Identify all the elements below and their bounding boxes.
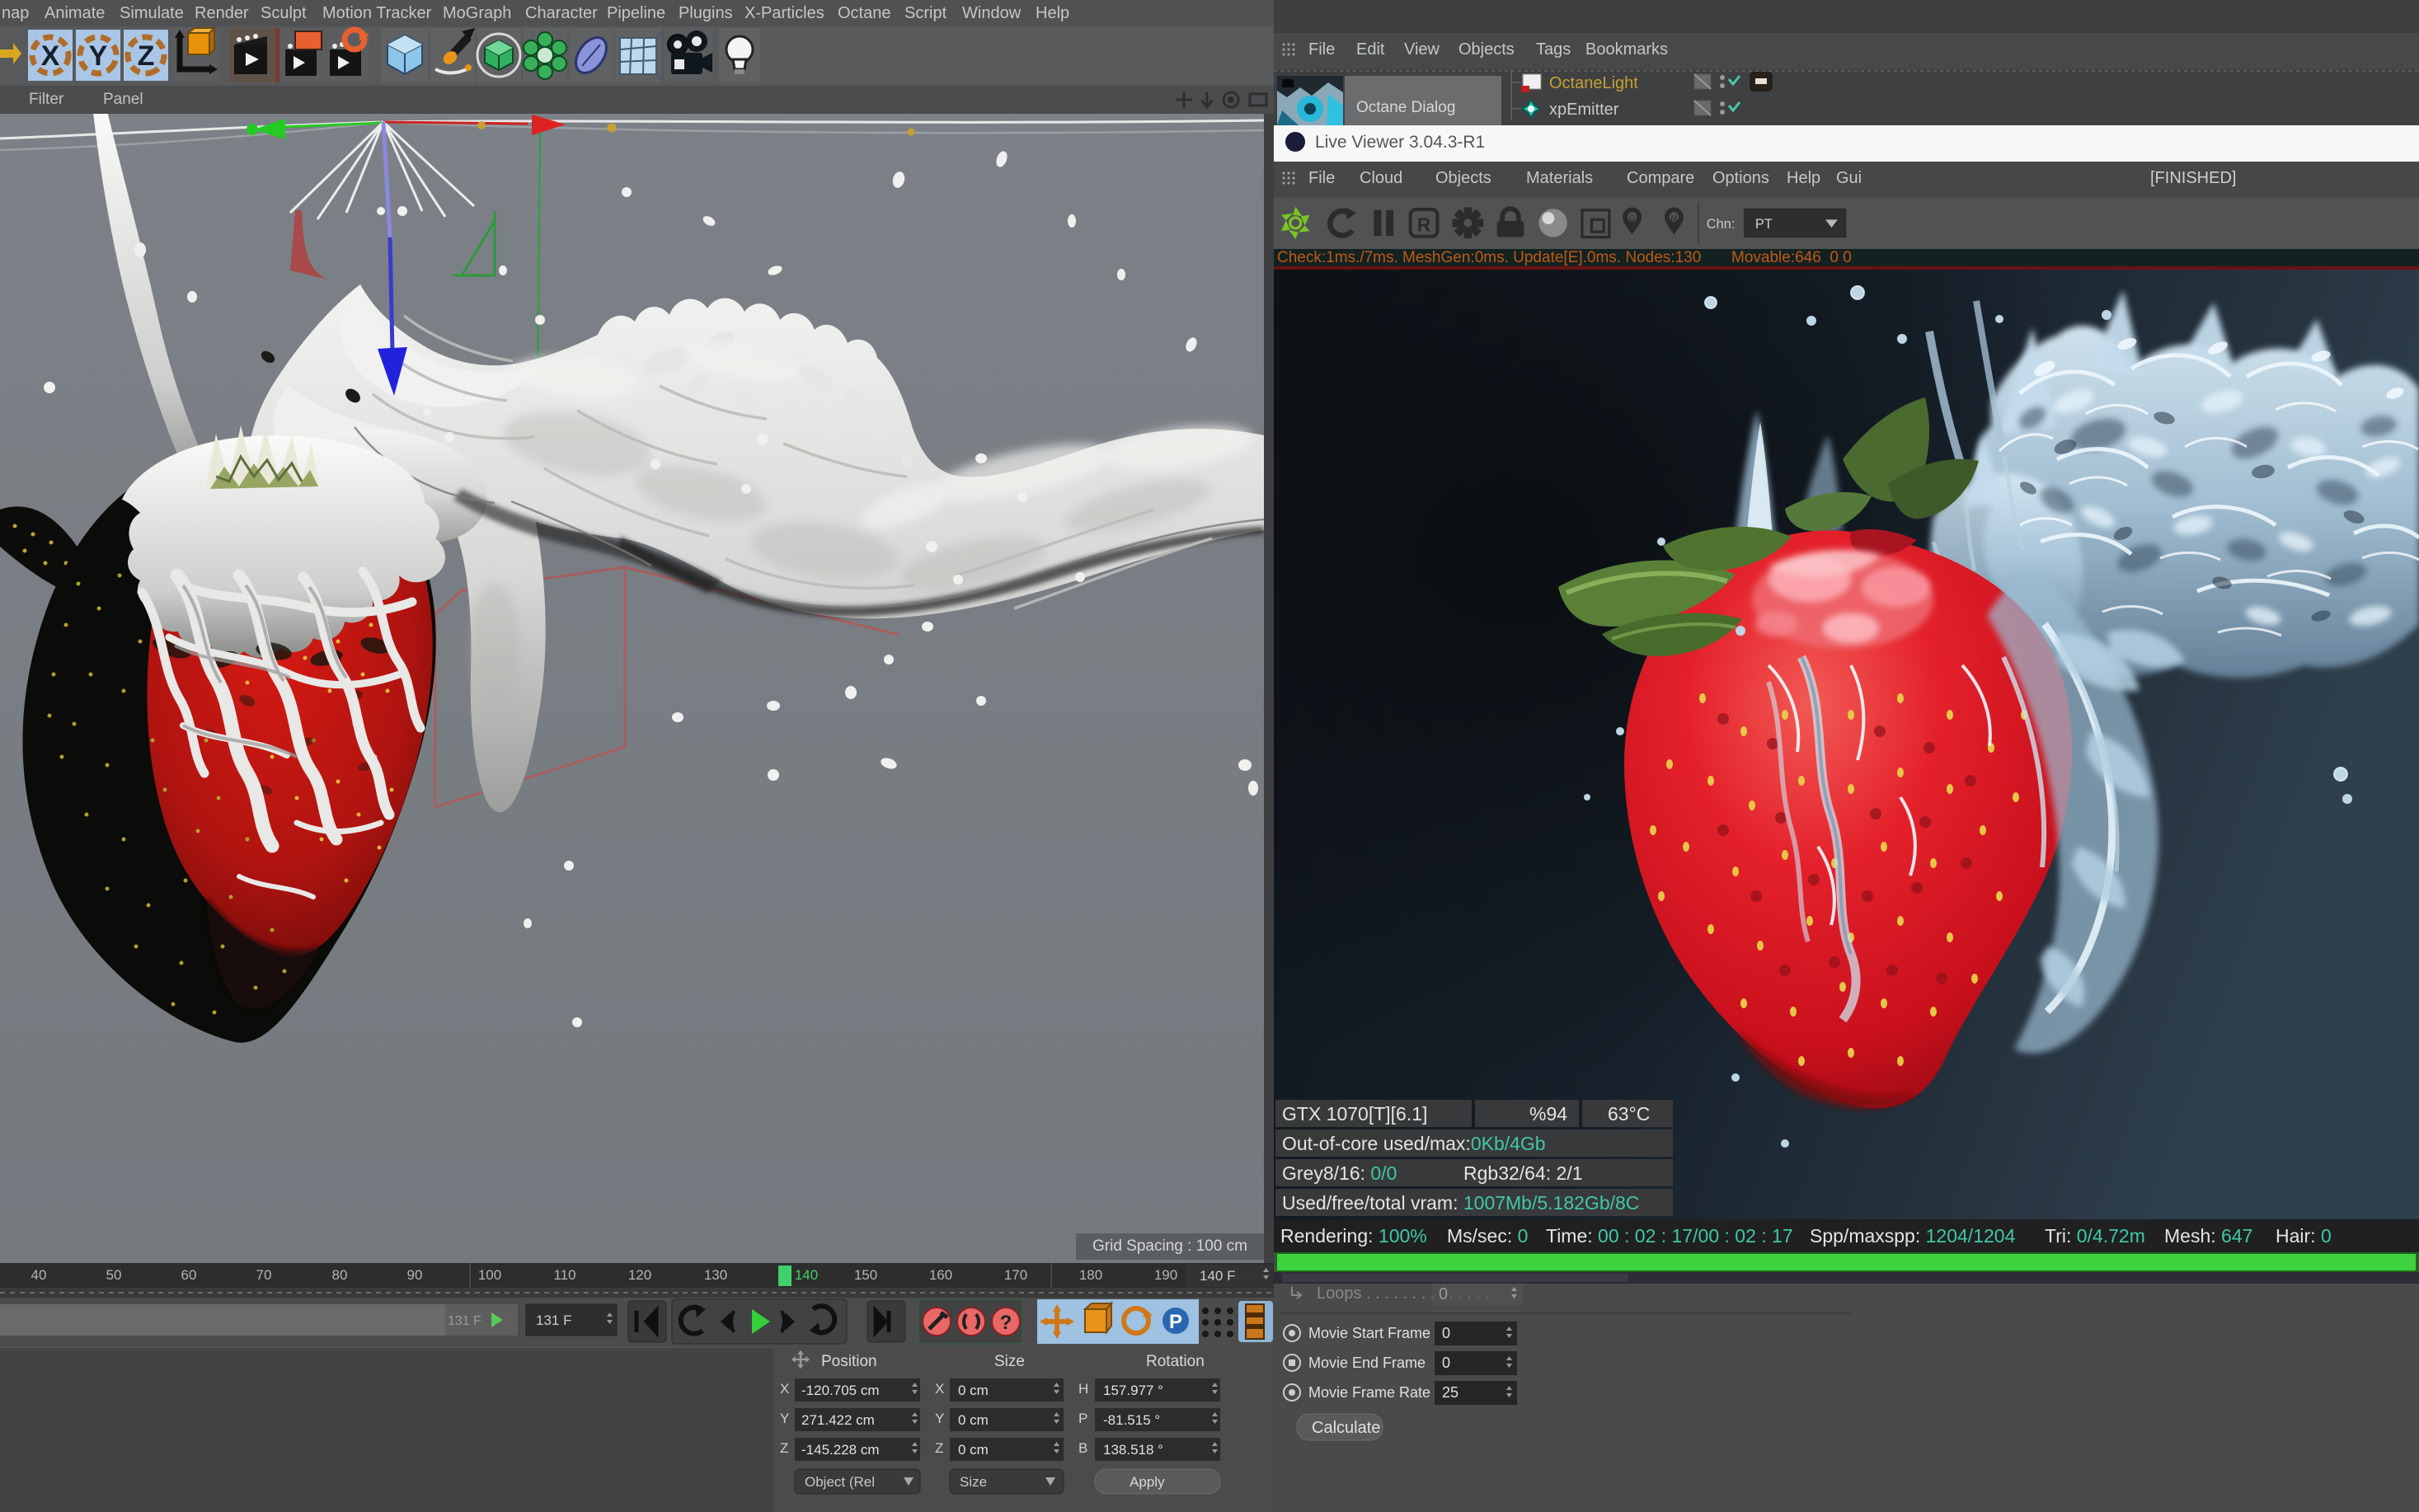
- svg-text:Apply: Apply: [1130, 1474, 1165, 1490]
- svg-text:130: 130: [704, 1267, 727, 1283]
- svg-text:Movie Start Frame: Movie Start Frame: [1308, 1325, 1430, 1341]
- svg-text:Calculate: Calculate: [1312, 1419, 1380, 1437]
- svg-text:140 F: 140 F: [1200, 1268, 1235, 1284]
- svg-text:-120.705 cm: -120.705 cm: [801, 1383, 880, 1398]
- svg-text:Mesh: 647: Mesh: 647: [2164, 1225, 2252, 1247]
- svg-text:X: X: [780, 1381, 789, 1397]
- svg-text:Chn:: Chn:: [1707, 217, 1736, 232]
- svg-text:50: 50: [106, 1267, 122, 1283]
- svg-text:Size: Size: [994, 1353, 1025, 1370]
- svg-text:170: 170: [1004, 1267, 1027, 1283]
- svg-text:?: ?: [1000, 1312, 1012, 1334]
- svg-text:X: X: [935, 1381, 944, 1397]
- svg-text:Hair: 0: Hair: 0: [2276, 1225, 2332, 1247]
- svg-text:131 F: 131 F: [536, 1312, 571, 1328]
- svg-text:Z: Z: [935, 1440, 943, 1456]
- svg-text:-81.515 °: -81.515 °: [1103, 1412, 1160, 1428]
- svg-text:M: M: [1670, 214, 1677, 223]
- svg-text:0 cm: 0 cm: [958, 1412, 989, 1428]
- svg-text:Y: Y: [780, 1411, 789, 1426]
- svg-text:OctaneLight: OctaneLight: [1549, 74, 1638, 92]
- svg-text:131 F: 131 F: [448, 1314, 481, 1328]
- svg-text:70: 70: [256, 1267, 272, 1283]
- svg-text:Rendering: 100%: Rendering: 100%: [1280, 1225, 1427, 1247]
- svg-text:R: R: [1417, 214, 1431, 235]
- svg-text:138.518 °: 138.518 °: [1103, 1442, 1163, 1458]
- svg-text:Y: Y: [935, 1411, 944, 1426]
- svg-text:%94: %94: [1529, 1103, 1567, 1125]
- svg-text:110: 110: [553, 1267, 575, 1283]
- svg-text:Z: Z: [780, 1440, 788, 1456]
- svg-text:140: 140: [795, 1267, 818, 1283]
- svg-text:Movie Frame Rate: Movie Frame Rate: [1308, 1384, 1430, 1401]
- svg-text:120: 120: [628, 1267, 651, 1283]
- svg-text:Out-of-core used/max:0Kb/4Gb: Out-of-core used/max:0Kb/4Gb: [1282, 1133, 1546, 1154]
- svg-text:P: P: [1169, 1311, 1182, 1333]
- svg-text:H: H: [1078, 1381, 1088, 1397]
- svg-text:80: 80: [332, 1267, 348, 1283]
- svg-text:Tri: 0/4.72m: Tri: 0/4.72m: [2045, 1225, 2145, 1247]
- svg-text:P: P: [1078, 1411, 1087, 1426]
- svg-text:Rotation: Rotation: [1146, 1353, 1205, 1370]
- svg-text:Movie End Frame: Movie End Frame: [1308, 1355, 1426, 1371]
- svg-text:60: 60: [181, 1267, 197, 1283]
- svg-text:GTX 1070[T][6.1]: GTX 1070[T][6.1]: [1282, 1103, 1427, 1125]
- svg-text:-145.228 cm: -145.228 cm: [801, 1442, 880, 1458]
- svg-text:PT: PT: [1755, 217, 1773, 232]
- svg-text:Time: 00 : 02 : 17/00 : 02 : 1: Time: 00 : 02 : 17/00 : 02 : 17: [1546, 1225, 1793, 1247]
- svg-text:G: G: [1629, 214, 1636, 223]
- svg-text:Spp/maxspp: 1204/1204: Spp/maxspp: 1204/1204: [1810, 1225, 2016, 1247]
- svg-text:Position: Position: [821, 1353, 877, 1370]
- svg-text:Octane Dialog: Octane Dialog: [1356, 99, 1455, 116]
- svg-text:Used/free/total vram: 1007Mb/5: Used/free/total vram: 1007Mb/5.182Gb/8C: [1282, 1192, 1639, 1214]
- svg-text:40: 40: [31, 1267, 47, 1283]
- svg-text:63°C: 63°C: [1608, 1103, 1650, 1125]
- svg-text:Y: Y: [89, 40, 108, 72]
- svg-text:Z: Z: [138, 40, 155, 72]
- svg-text:0: 0: [1442, 1355, 1450, 1371]
- svg-text:180: 180: [1079, 1267, 1102, 1283]
- svg-text:0 cm: 0 cm: [958, 1383, 989, 1398]
- svg-text:0: 0: [1442, 1325, 1450, 1341]
- svg-text:0 cm: 0 cm: [958, 1442, 989, 1458]
- svg-text:100: 100: [478, 1267, 501, 1283]
- svg-text:160: 160: [929, 1267, 952, 1283]
- svg-text:Object (Rel: Object (Rel: [805, 1474, 875, 1490]
- svg-text:25: 25: [1442, 1384, 1458, 1401]
- svg-text:0: 0: [1439, 1285, 1448, 1303]
- svg-text:B: B: [1078, 1440, 1087, 1456]
- svg-text:90: 90: [407, 1267, 423, 1283]
- svg-text:271.422 cm: 271.422 cm: [801, 1412, 875, 1428]
- svg-text:157.977 °: 157.977 °: [1103, 1383, 1163, 1398]
- svg-text:Ms/sec: 0: Ms/sec: 0: [1447, 1225, 1528, 1247]
- svg-text:150: 150: [854, 1267, 877, 1283]
- svg-text:Size: Size: [960, 1474, 987, 1490]
- svg-text:190: 190: [1154, 1267, 1177, 1283]
- svg-text:xpEmitter: xpEmitter: [1549, 101, 1619, 119]
- svg-text:X: X: [41, 40, 60, 72]
